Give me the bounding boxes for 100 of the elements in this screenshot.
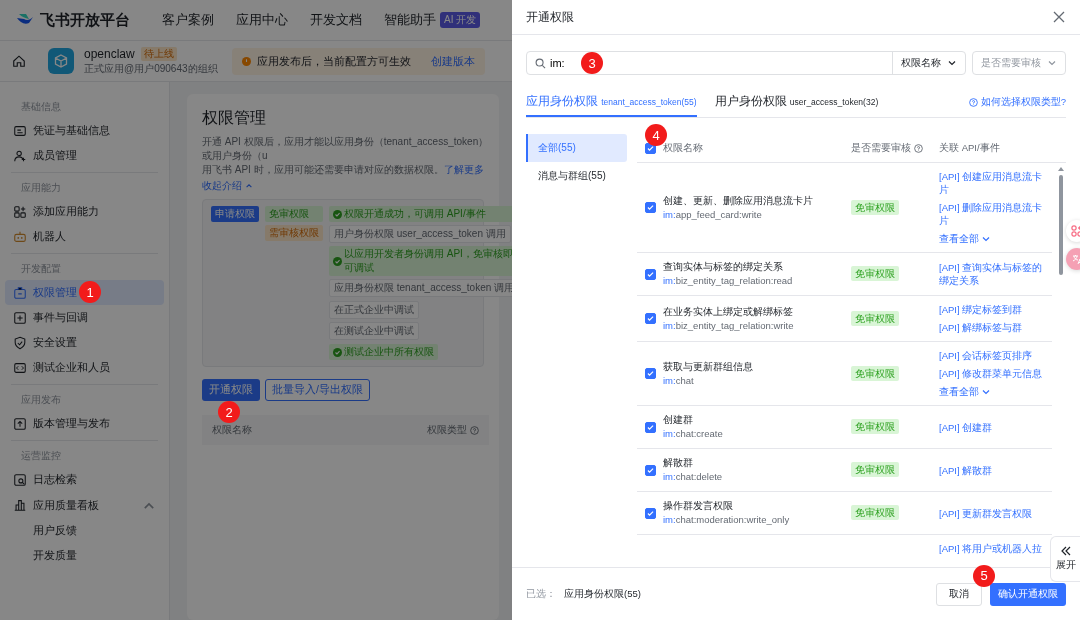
row-checkbox[interactable] xyxy=(645,507,656,519)
cancel-button[interactable]: 取消 xyxy=(936,582,982,606)
open-permission-button[interactable]: 开通权限 xyxy=(202,379,260,401)
api-link[interactable]: [API] 删除应用消息流卡片 xyxy=(939,201,1052,227)
view-all-link[interactable]: 查看全部 xyxy=(939,232,1052,245)
shield-icon xyxy=(13,335,27,350)
row-checkbox[interactable] xyxy=(645,368,656,379)
tab[interactable]: 应用身份权限 tenant_access_token(55) xyxy=(526,94,697,117)
description: 开通 API 权限后，应用才能以应用身份（tenant_access_token）或用户身份（u xyxy=(202,135,489,163)
check-circle-icon xyxy=(333,209,342,219)
api-link[interactable]: [API] 创建应用消息流卡片 xyxy=(939,170,1052,196)
api-link[interactable]: [API] 解散群 xyxy=(939,463,1052,477)
sidebar-item[interactable]: 应用质量看板 xyxy=(5,492,164,518)
diagram-node: 在正式企业中调试 xyxy=(329,301,419,319)
help-icon xyxy=(968,98,978,107)
category-item[interactable]: 全部(55) xyxy=(526,134,627,162)
review-tag: 免审权限 xyxy=(851,505,899,520)
review-tag: 免审权限 xyxy=(851,462,899,477)
column-header: 权限名称 xyxy=(212,423,252,437)
permission-name: 获取与更新群组信息 xyxy=(663,359,754,374)
api-link[interactable]: [API] 绑定标签到群 xyxy=(939,303,1052,316)
api-link[interactable]: [API] 更新群发言权限 xyxy=(939,506,1052,520)
help-link[interactable]: 如何选择权限类型? xyxy=(968,96,1066,117)
app-name: openclaw xyxy=(84,46,135,61)
sidebar-item[interactable]: 版本管理与发布 xyxy=(5,411,164,436)
permission-scope: im:chat xyxy=(663,373,695,388)
row-checkbox[interactable] xyxy=(645,268,656,280)
add-user-icon xyxy=(13,148,27,163)
chevron-down-icon xyxy=(947,58,957,68)
permission-name: 查询实体与标签的绑定关系 xyxy=(663,260,784,274)
sidebar-item[interactable]: 机器人 xyxy=(5,224,164,249)
page-title: 权限管理 xyxy=(202,108,267,128)
double-chevron-left-icon xyxy=(1059,546,1072,556)
review-tag: 免审权限 xyxy=(851,310,899,326)
robot-icon xyxy=(13,229,27,244)
sidebar-item[interactable]: 日志检索 xyxy=(5,467,164,492)
selected-value: 应用身份权限(55) xyxy=(564,587,641,601)
scrollbar[interactable] xyxy=(1058,167,1064,277)
row-checkbox[interactable] xyxy=(645,421,656,433)
permission-scope: im:app_feed_card:write xyxy=(663,207,763,222)
permission-scope: im:biz_entity_tag_relation:write xyxy=(663,318,795,333)
sidebar-item[interactable]: 事件与回调 xyxy=(5,305,164,330)
sidebar-item[interactable]: 安全设置 xyxy=(5,330,164,355)
api-link[interactable]: [API] 将用户或机器人拉 xyxy=(939,542,1052,555)
sidebar-subitem[interactable]: 用户反馈 xyxy=(5,518,164,543)
field-select[interactable]: 权限名称 xyxy=(892,52,965,74)
diagram-node: 用户身份权限 user_access_token 调用 xyxy=(329,225,511,243)
sidebar-item[interactable]: 测试企业和人员 xyxy=(5,355,164,380)
tab[interactable]: 用户身份权限 user_access_token(32) xyxy=(714,94,879,117)
sidebar-subitem[interactable]: 开发质量 xyxy=(5,543,164,568)
row-checkbox[interactable] xyxy=(645,313,656,324)
warning-icon xyxy=(241,56,251,66)
learn-more-link[interactable]: 了解更多 xyxy=(443,164,484,175)
permission-name: 创建、更新、删除应用消息流卡片 xyxy=(663,193,814,208)
nav-link[interactable]: 客户案例 xyxy=(162,11,214,29)
review-select[interactable]: 是否需要审核 xyxy=(972,51,1066,75)
sidebar-item[interactable]: 权限管理 1 xyxy=(5,280,164,305)
permission-scope: im:chat:moderation:write_only xyxy=(663,513,791,527)
step-number-badge: 1 xyxy=(79,281,101,303)
search-icon xyxy=(535,57,546,69)
code-icon xyxy=(13,360,27,375)
column-header: 关联 API/事件 xyxy=(939,141,1001,155)
notice-text: 应用发布后，当前配置方可生效 xyxy=(256,53,411,69)
api-link[interactable]: [API] 查询实体与标签的绑定关系 xyxy=(939,261,1052,287)
api-link[interactable]: [API] 解绑标签与群 xyxy=(939,321,1052,334)
diagram-node: 以应用开发者身份调用 API，免审核即可调试 xyxy=(329,246,512,276)
bar-chart-icon xyxy=(13,498,27,512)
row-checkbox[interactable] xyxy=(645,464,656,476)
permission-name: 解散群 xyxy=(663,456,694,470)
close-button[interactable] xyxy=(1052,10,1066,24)
create-version-link[interactable]: 创建版本 xyxy=(430,53,475,69)
expand-button[interactable]: 展开 xyxy=(1050,536,1080,582)
help-icon[interactable] xyxy=(914,143,923,153)
review-tag: 免审权限 xyxy=(851,199,899,215)
nav-link[interactable]: 开发文档 xyxy=(310,11,362,29)
collapse-link[interactable]: 收起介绍 xyxy=(202,179,253,193)
nav-link[interactable]: 应用中心 xyxy=(236,11,288,29)
category-item[interactable]: 消息与群组(55) xyxy=(526,162,627,190)
chevron-up-icon xyxy=(245,182,253,190)
diagram-node: 在测试企业中调试 xyxy=(329,322,419,340)
logo-icon xyxy=(16,13,34,27)
selected-label: 已选： xyxy=(526,587,556,601)
sidebar-item[interactable]: 添加应用能力 xyxy=(5,199,164,224)
api-link[interactable]: [API] 创建群 xyxy=(939,420,1052,434)
apps-icon xyxy=(13,204,27,219)
api-link[interactable]: [API] 修改群菜单元信息 xyxy=(939,367,1052,380)
sidebar-item[interactable]: 凭证与基础信息 xyxy=(5,118,164,143)
row-checkbox[interactable] xyxy=(645,202,656,213)
search-field[interactable]: im: xyxy=(546,57,572,69)
permission-scope: im:biz_entity_tag_relation:read xyxy=(663,274,794,288)
step-number-badge: 2 xyxy=(218,401,240,423)
import-export-button[interactable]: 批量导入/导出权限 xyxy=(265,379,370,401)
home-icon[interactable] xyxy=(12,54,26,68)
api-link[interactable]: [API] 会话标签页排序 xyxy=(939,349,1052,362)
description: 用飞书 API 时，应用可能还需要申请对应的数据权限。了解更多 xyxy=(202,163,485,177)
nav-link[interactable]: 智能助手 xyxy=(384,11,436,29)
diagram-node: 申请权限 xyxy=(211,206,259,222)
confirm-button[interactable]: 确认开通权限 xyxy=(990,582,1066,606)
view-all-link[interactable]: 查看全部 xyxy=(939,385,1052,398)
sidebar-item[interactable]: 成员管理 xyxy=(5,143,164,168)
